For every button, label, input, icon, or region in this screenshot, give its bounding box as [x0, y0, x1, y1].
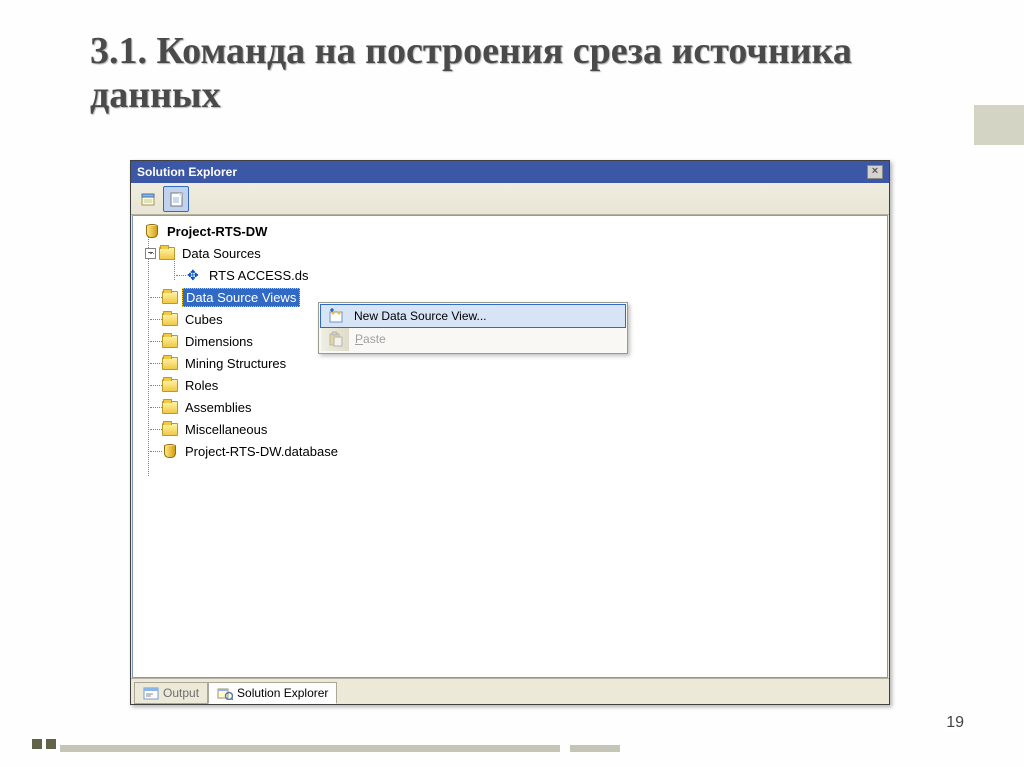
toolbar-properties-button[interactable]	[135, 186, 161, 212]
page-number: 19	[946, 714, 964, 732]
slide-title: 3.1. Команда на построения среза источни…	[90, 30, 910, 117]
solution-explorer-panel: Solution Explorer × Project-RTS-DW −	[130, 160, 890, 705]
tab-output[interactable]: Output	[134, 682, 208, 704]
menu-item-label: Paste	[355, 332, 386, 346]
database-project-icon	[143, 223, 161, 239]
tree-label: Data Sources	[179, 245, 264, 262]
panel-title: Solution Explorer	[137, 165, 237, 179]
folder-icon	[161, 355, 179, 371]
panel-tabs: Output Solution Explorer	[131, 678, 889, 704]
tree-node-assemblies[interactable]: Assemblies	[135, 396, 885, 418]
panel-toolbar	[131, 183, 889, 215]
menu-item-paste: Paste	[321, 327, 625, 351]
slide-decoration	[46, 739, 56, 749]
context-menu: New Data Source View... Paste	[318, 302, 628, 354]
tree-node-project[interactable]: Project-RTS-DW	[135, 220, 885, 242]
tree-label: Dimensions	[182, 333, 256, 350]
tree-label: Project-RTS-DW.database	[182, 443, 341, 460]
tree-node-data-sources[interactable]: − Data Sources	[135, 242, 885, 264]
tab-label: Output	[163, 686, 199, 700]
menu-item-new-data-source-view[interactable]: New Data Source View...	[320, 304, 626, 328]
solution-explorer-tab-icon	[217, 686, 233, 700]
tree-label: Assemblies	[182, 399, 254, 416]
new-data-source-view-icon	[327, 307, 345, 325]
tree-label: Miscellaneous	[182, 421, 270, 438]
folder-icon	[161, 289, 179, 305]
tab-solution-explorer[interactable]: Solution Explorer	[208, 682, 337, 704]
close-icon[interactable]: ×	[867, 165, 883, 179]
data-source-icon	[185, 267, 203, 283]
folder-icon	[161, 399, 179, 415]
tree-label: Project-RTS-DW	[164, 223, 270, 240]
tree-node-roles[interactable]: Roles	[135, 374, 885, 396]
tree-label: Data Source Views	[182, 288, 300, 307]
slide-decoration	[570, 745, 620, 752]
menu-item-label: New Data Source View...	[354, 309, 487, 323]
folder-icon	[161, 377, 179, 393]
toolbar-show-all-button[interactable]	[163, 186, 189, 212]
slide-decoration	[32, 739, 42, 749]
folder-icon	[161, 333, 179, 349]
tree-node-miscellaneous[interactable]: Miscellaneous	[135, 418, 885, 440]
paste-icon	[327, 330, 345, 348]
output-tab-icon	[143, 686, 159, 700]
project-tree[interactable]: Project-RTS-DW − Data Sources RTS ACCESS…	[132, 215, 888, 678]
tree-label: RTS ACCESS.ds	[206, 267, 311, 284]
tree-label: Roles	[182, 377, 221, 394]
tree-label: Mining Structures	[182, 355, 289, 372]
tab-label: Solution Explorer	[237, 686, 328, 700]
tree-node-rts-access[interactable]: RTS ACCESS.ds	[135, 264, 885, 286]
slide-decoration	[60, 745, 560, 752]
folder-icon	[158, 245, 176, 261]
folder-icon	[161, 421, 179, 437]
panel-titlebar[interactable]: Solution Explorer ×	[131, 161, 889, 183]
tree-node-project-database[interactable]: Project-RTS-DW.database	[135, 440, 885, 462]
tree-node-mining-structures[interactable]: Mining Structures	[135, 352, 885, 374]
tree-label: Cubes	[182, 311, 226, 328]
folder-icon	[161, 311, 179, 327]
slide-decoration	[974, 105, 1024, 145]
database-file-icon	[161, 443, 179, 459]
